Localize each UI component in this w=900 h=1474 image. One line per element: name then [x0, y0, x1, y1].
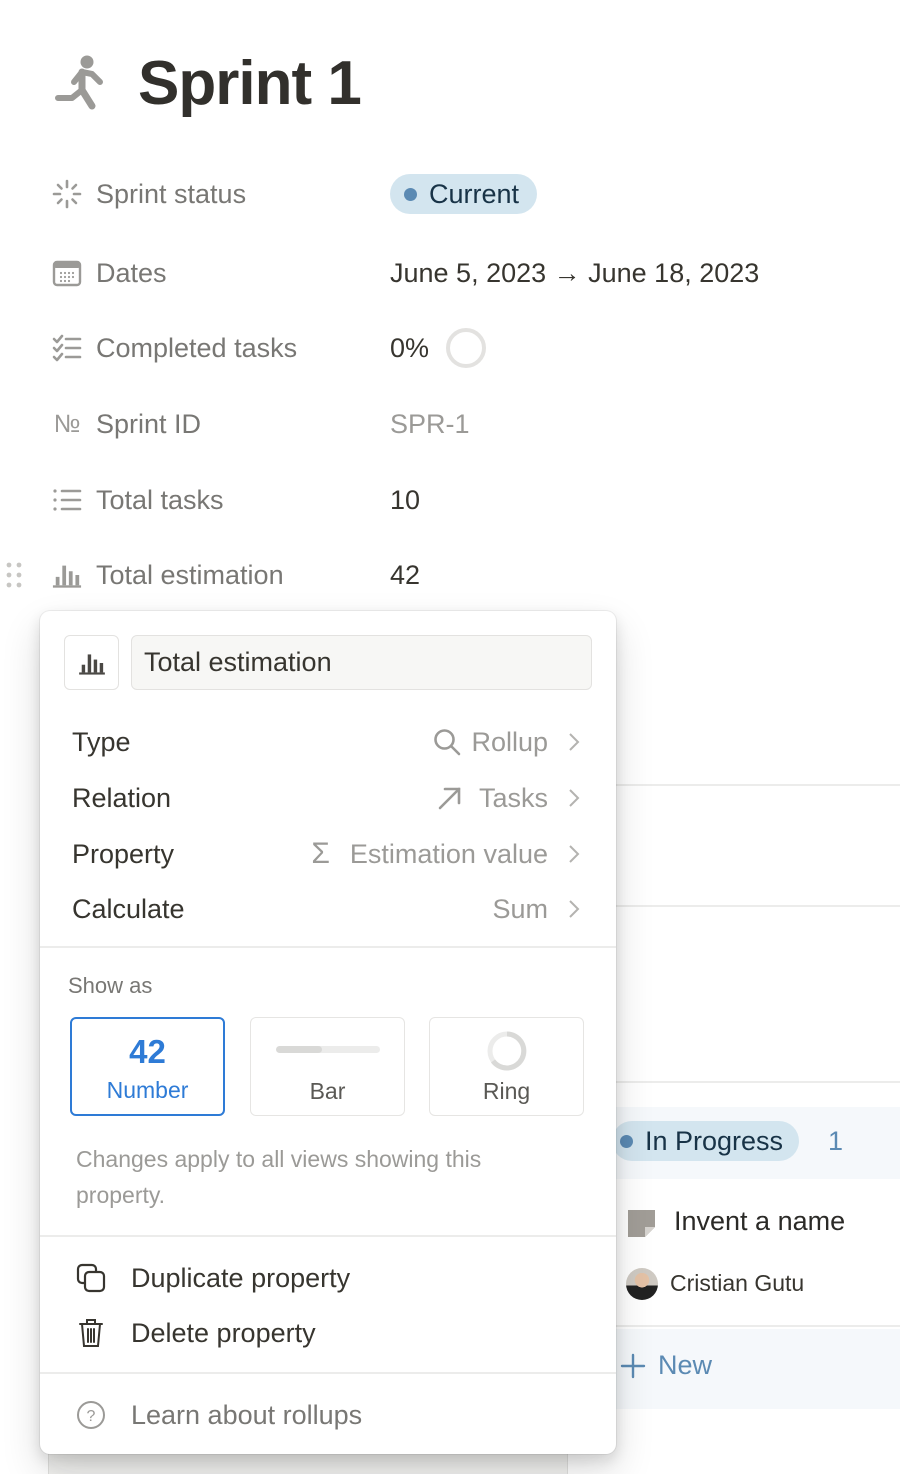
status-dot — [404, 187, 417, 201]
property-row-total-tasks[interactable]: Total tasks 10 — [0, 480, 900, 520]
property-label: Completed tasks — [96, 332, 298, 363]
bar-preview — [275, 1046, 380, 1053]
duplicate-icon — [74, 1261, 108, 1295]
group-count: 1 — [828, 1126, 844, 1156]
chevron-right-icon — [569, 900, 580, 918]
bar-preview-fill — [275, 1046, 323, 1053]
divider — [616, 784, 900, 786]
property-label: Dates — [96, 257, 167, 288]
duplicate-property-button[interactable]: Duplicate property — [40, 1253, 616, 1303]
group-label: In Progress — [645, 1125, 784, 1156]
question-circle-icon: ? — [74, 1398, 108, 1432]
bar-chart-icon — [78, 653, 105, 675]
loading-spinner-icon — [52, 179, 82, 209]
svg-text:?: ? — [87, 1408, 96, 1425]
config-row-calculate[interactable]: Calculate Sum — [40, 883, 616, 935]
property-label: Total estimation — [96, 559, 284, 590]
plus-icon — [620, 1353, 646, 1378]
page-icon — [628, 1210, 655, 1237]
total-estimation-value[interactable]: 42 — [390, 560, 420, 591]
help-label: Learn about rollups — [131, 1399, 363, 1430]
divider — [40, 1235, 616, 1237]
property-row-total-estimation[interactable]: Total estimation 42 — [0, 555, 900, 595]
property-row-sprint-id[interactable]: № Sprint ID SPR-1 — [0, 404, 900, 444]
status-label: Current — [429, 178, 520, 209]
show-as-label: Show as — [68, 973, 153, 998]
config-value: Tasks — [478, 782, 548, 813]
show-as-bar-option[interactable]: Bar — [250, 1017, 405, 1116]
chevron-right-icon — [569, 733, 580, 751]
option-label: Number — [106, 1077, 189, 1103]
dates-value[interactable]: June 5, 2023 → June 18, 2023 — [390, 258, 759, 289]
chevron-right-icon — [569, 845, 580, 863]
arrow-up-right-icon — [438, 787, 461, 810]
property-row-completed-tasks[interactable]: Completed tasks 0% — [0, 328, 900, 368]
property-row-dates[interactable]: Dates June 5, 2023 → June 18, 2023 — [0, 253, 900, 293]
config-value: Rollup — [471, 726, 548, 757]
new-card-button[interactable]: New — [620, 1350, 712, 1381]
config-label: Calculate — [72, 893, 185, 924]
property-edit-popup: Type Rollup Relation Tasks Property Σ Es… — [40, 611, 616, 1454]
action-label: Duplicate property — [131, 1262, 351, 1293]
action-label: Delete property — [131, 1317, 316, 1348]
avatar — [626, 1268, 658, 1300]
list-icon — [52, 485, 82, 515]
learn-about-rollups-link[interactable]: ? Learn about rollups — [40, 1390, 616, 1440]
show-as-ring-option[interactable]: Ring — [429, 1017, 584, 1116]
sigma-icon: Σ — [311, 837, 330, 870]
delete-property-button[interactable]: Delete property — [40, 1308, 616, 1358]
completed-tasks-value[interactable]: 0% — [390, 327, 487, 369]
option-label: Ring — [482, 1078, 531, 1104]
page-title[interactable]: Sprint 1 — [138, 48, 362, 119]
progress-ring — [446, 328, 487, 368]
total-tasks-value[interactable]: 10 — [390, 485, 420, 516]
config-label: Property — [72, 838, 175, 869]
config-value: Sum — [492, 893, 548, 924]
config-row-type[interactable]: Type Rollup — [40, 716, 616, 768]
group-status-badge[interactable]: In Progress — [612, 1121, 800, 1161]
status-dot — [620, 1134, 633, 1148]
search-icon — [434, 729, 461, 756]
config-label: Type — [72, 726, 131, 757]
chevron-right-icon — [569, 789, 580, 807]
divider — [616, 905, 900, 907]
config-row-property[interactable]: Property Σ Estimation value — [40, 828, 616, 880]
property-label: Sprint status — [96, 178, 247, 209]
running-person-icon[interactable] — [52, 52, 110, 116]
config-row-relation[interactable]: Relation Tasks — [40, 772, 616, 824]
sprint-status-value[interactable]: Current — [390, 174, 538, 214]
bar-chart-icon — [52, 560, 82, 590]
property-row-sprint-status[interactable]: Sprint status Current — [0, 174, 900, 214]
config-label: Relation — [72, 782, 172, 813]
show-as-hint: Changes apply to all views showing this … — [76, 1146, 482, 1208]
calendar-icon — [52, 258, 82, 288]
property-name-input[interactable] — [131, 635, 592, 690]
property-label: Sprint ID — [96, 408, 202, 439]
config-value: Estimation value — [349, 838, 548, 869]
checklist-icon — [52, 333, 82, 363]
option-label: Bar — [309, 1078, 346, 1104]
number-sign-icon: № — [53, 409, 81, 438]
status-badge[interactable]: Current — [390, 174, 538, 214]
board-card[interactable] — [616, 1181, 900, 1327]
show-as-number-option[interactable]: 42 Number — [70, 1017, 225, 1116]
card-title[interactable]: Invent a name — [674, 1206, 845, 1237]
sprint-id-value: SPR-1 — [390, 408, 470, 439]
divider — [616, 1081, 900, 1083]
divider — [40, 946, 616, 948]
ring-preview — [487, 1031, 526, 1071]
trash-icon — [74, 1316, 108, 1350]
new-label: New — [658, 1350, 713, 1380]
completed-percent: 0% — [390, 332, 430, 363]
divider — [40, 1372, 616, 1374]
property-icon-button[interactable] — [64, 635, 119, 690]
property-label: Total tasks — [96, 484, 224, 515]
number-preview: 42 — [129, 1033, 166, 1070]
assignee-name: Cristian Gutu — [670, 1270, 805, 1296]
